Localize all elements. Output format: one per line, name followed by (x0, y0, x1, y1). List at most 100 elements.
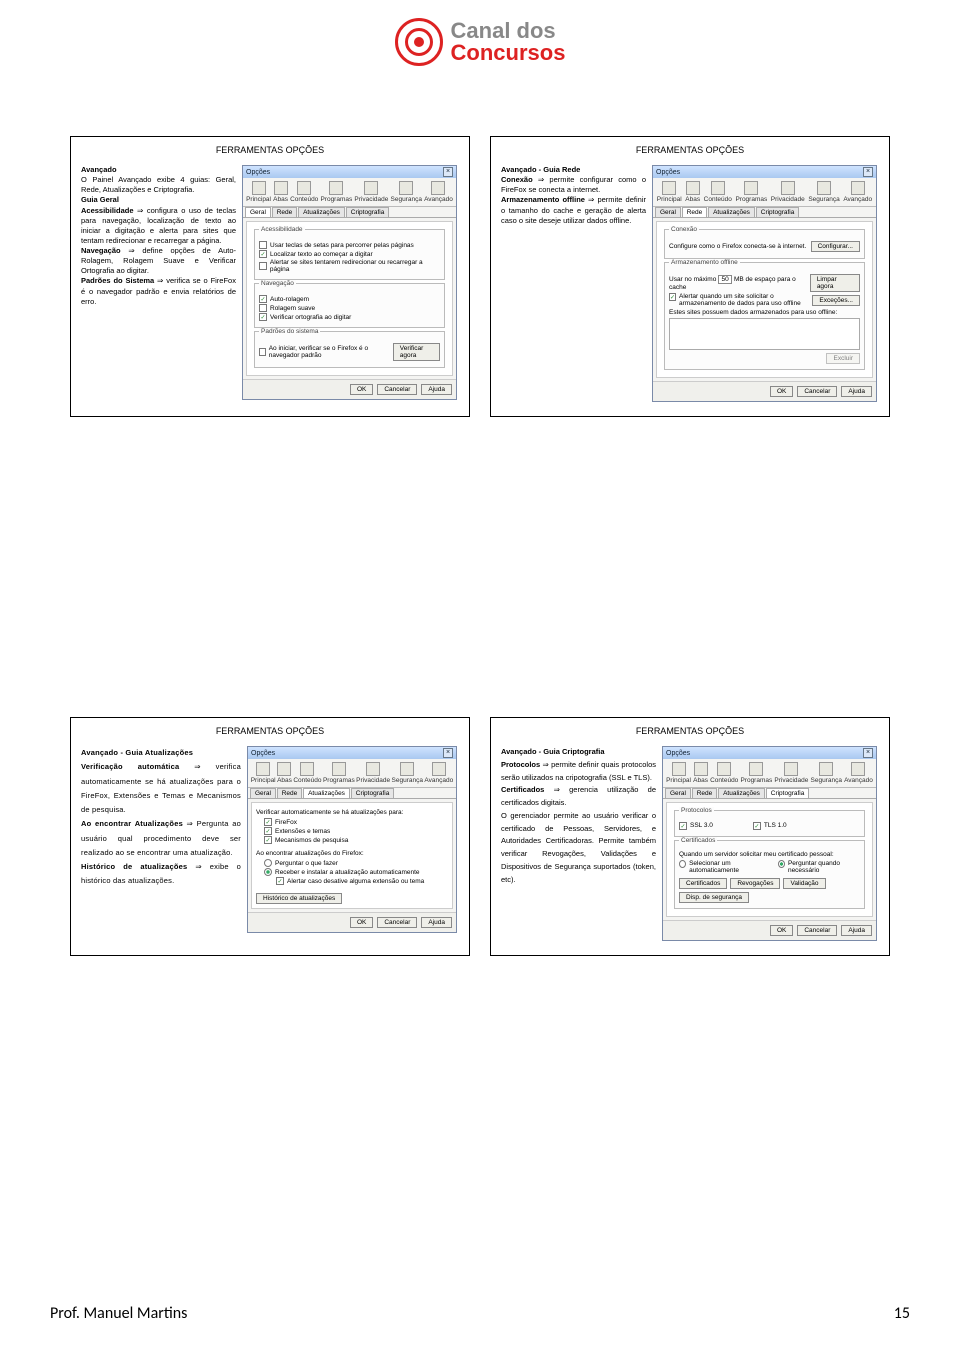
tab-criptografia[interactable]: Criptografia (351, 788, 395, 798)
rad-ask[interactable] (264, 859, 272, 867)
help-button[interactable]: Ajuda (841, 925, 872, 936)
slide-avancado-rede: FERRAMENTAS OPÇÕES Avançado - Guia Rede … (490, 136, 890, 417)
tb-programas[interactable]: Programas (320, 181, 352, 203)
chk-autoscroll[interactable]: ✓ (259, 295, 267, 303)
chk-offline-alert[interactable]: ✓ (669, 293, 676, 301)
slide-title: FERRAMENTAS OPÇÕES (495, 722, 885, 746)
tab-criptografia[interactable]: Criptografia (766, 788, 810, 798)
slide-title: FERRAMENTAS OPÇÕES (495, 141, 885, 165)
ok-button[interactable]: OK (350, 384, 373, 395)
configure-button[interactable]: Configurar... (811, 241, 860, 252)
cancel-button[interactable]: Cancelar (377, 384, 417, 395)
ok-button[interactable]: OK (770, 386, 793, 397)
slide-avancado-criptografia: FERRAMENTAS OPÇÕES Avançado - Guia Cript… (490, 717, 890, 956)
tab-geral[interactable]: Geral (655, 207, 681, 217)
target-icon (395, 18, 443, 66)
rad-auto-cert[interactable] (679, 860, 686, 868)
cancel-button[interactable]: Cancelar (797, 386, 837, 397)
slide-avancado-atualizacoes: FERRAMENTAS OPÇÕES Avançado - Guia Atual… (70, 717, 470, 956)
chk-warn-disable[interactable]: ✓ (276, 877, 284, 885)
chk-arrow-keys[interactable] (259, 241, 267, 249)
page-footer: Prof. Manuel Martins 15 (50, 1304, 910, 1323)
fs-conexao: Conexão Configure como o Firefox conecta… (664, 229, 865, 259)
tb-seguranca[interactable]: Segurança (391, 181, 422, 203)
chk-spellcheck[interactable]: ✓ (259, 313, 267, 321)
close-icon[interactable]: × (863, 748, 873, 758)
remove-button: Excluir (826, 353, 860, 364)
close-icon[interactable]: × (443, 167, 453, 177)
slide4-text: Avançado - Guia Criptografia Protocolos … (501, 746, 656, 941)
cache-size-input[interactable]: 50 (718, 275, 732, 284)
verify-now-button[interactable]: Verificar agora (393, 343, 440, 361)
chk-update-firefox[interactable]: ✓ (264, 818, 272, 826)
rad-auto[interactable] (264, 868, 272, 876)
valid-button[interactable]: Validação (783, 878, 825, 889)
tab-geral[interactable]: Geral (665, 788, 691, 798)
brand-logo: Canal dos Concursos (395, 18, 566, 66)
chk-update-ext[interactable]: ✓ (264, 827, 272, 835)
tab-atualizacoes[interactable]: Atualizações (298, 207, 345, 217)
close-icon[interactable]: × (443, 748, 453, 758)
footer-author: Prof. Manuel Martins (50, 1304, 187, 1323)
tab-atualizacoes[interactable]: Atualizações (718, 788, 765, 798)
offline-sites-list[interactable] (669, 318, 860, 350)
fs-acessibilidade: Acessibilidade Usar teclas de setas para… (254, 229, 445, 280)
help-button[interactable]: Ajuda (841, 386, 872, 397)
fs-padroes-sistema: Padrões do sistema Ao iniciar, verificar… (254, 331, 445, 368)
fs-offline: Armazenamento offline Usar no máximo 50 … (664, 262, 865, 370)
tab-geral[interactable]: Geral (250, 788, 276, 798)
chk-find-as-type[interactable]: ✓ (259, 250, 267, 258)
tb-abas[interactable]: Abas (273, 181, 288, 203)
help-button[interactable]: Ajuda (421, 384, 452, 395)
exceptions-button[interactable]: Exceções... (812, 295, 860, 306)
tab-rede[interactable]: Rede (682, 207, 708, 217)
options-window-geral: Opções × Principal Abas Conteúdo Programa… (242, 165, 457, 400)
chk-update-search[interactable]: ✓ (264, 836, 272, 844)
chk-default-browser[interactable] (259, 348, 266, 356)
tab-rede[interactable]: Rede (692, 788, 718, 798)
slides-row-1: FERRAMENTAS OPÇÕES Avançado O Painel Ava… (0, 136, 960, 417)
chk-tls[interactable]: ✓ (753, 822, 761, 830)
tab-atualizacoes[interactable]: Atualizações (303, 788, 350, 798)
tab-geral[interactable]: Geral (245, 207, 271, 217)
window-title: Opções (251, 750, 275, 757)
cert-button[interactable]: Certificados (679, 878, 727, 889)
secdev-button[interactable]: Disp. de segurança (679, 892, 749, 903)
revog-button[interactable]: Revogações (730, 878, 780, 889)
tab-rede[interactable]: Rede (277, 788, 303, 798)
footer-page: 15 (894, 1304, 910, 1323)
tab-criptografia[interactable]: Criptografia (756, 207, 800, 217)
slide3-text: Avançado - Guia Atualizações Verificação… (81, 746, 241, 933)
tb-avancado[interactable]: Avançado (424, 181, 453, 203)
ok-button[interactable]: OK (350, 917, 373, 928)
close-icon[interactable]: × (863, 167, 873, 177)
chk-alert-redirect[interactable] (259, 262, 267, 270)
tab-criptografia[interactable]: Criptografia (346, 207, 390, 217)
tb-principal[interactable]: Principal (246, 181, 271, 203)
chk-ssl[interactable]: ✓ (679, 822, 687, 830)
clear-now-button[interactable]: Limpar agora (810, 274, 860, 292)
slide-title: FERRAMENTAS OPÇÕES (75, 141, 465, 165)
fs-navegacao: Navegação ✓Auto-rolagem Rolagem suave ✓V… (254, 283, 445, 328)
window-title: Opções (246, 169, 270, 176)
tab-atualizacoes[interactable]: Atualizações (708, 207, 755, 217)
window-title: Opções (666, 750, 690, 757)
brand-line2: Concursos (451, 42, 566, 64)
history-button[interactable]: Histórico de atualizações (256, 893, 342, 904)
slide2-text: Avançado - Guia Rede Conexão ⇒ permite c… (501, 165, 646, 402)
options-window-criptografia: Opções× Principal Abas Conteúdo Programa… (662, 746, 877, 941)
chk-smoothscroll[interactable] (259, 304, 267, 312)
cancel-button[interactable]: Cancelar (377, 917, 417, 928)
slide1-text: Avançado O Painel Avançado exibe 4 guias… (81, 165, 236, 400)
tb-conteudo[interactable]: Conteúdo (290, 181, 318, 203)
cancel-button[interactable]: Cancelar (797, 925, 837, 936)
brand-line1: Canal dos (451, 20, 566, 42)
fs-protocolos: Protocolos ✓SSL 3.0 ✓TLS 1.0 (674, 810, 865, 837)
tab-rede[interactable]: Rede (272, 207, 298, 217)
rad-ask-cert[interactable] (778, 860, 785, 868)
ok-button[interactable]: OK (770, 925, 793, 936)
window-title: Opções (656, 169, 680, 176)
tb-privacidade[interactable]: Privacidade (354, 181, 388, 203)
help-button[interactable]: Ajuda (421, 917, 452, 928)
options-toolbar: Principal Abas Conteúdo Programas Privac… (243, 178, 456, 207)
